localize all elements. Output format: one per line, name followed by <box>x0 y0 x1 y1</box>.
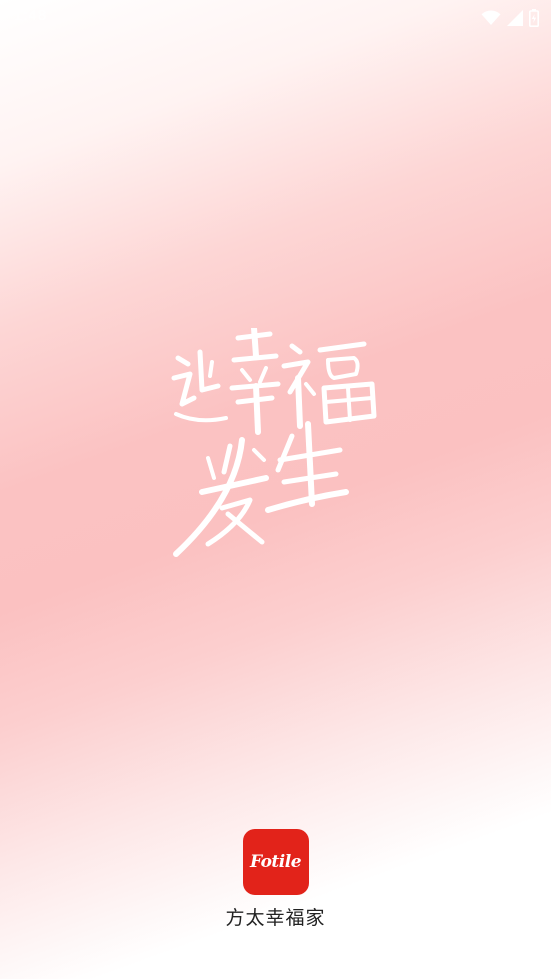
app-name: 方太幸福家 <box>225 907 326 929</box>
slogan-calligraphy <box>168 325 388 560</box>
slogan-calligraphy-art <box>171 325 377 557</box>
status-bar: 1:48 <box>0 0 551 36</box>
status-time: 1:48 <box>14 7 48 24</box>
status-icons <box>481 9 539 27</box>
logo-text: Fotile <box>249 852 302 872</box>
fotile-logo: Fotile <box>242 829 309 895</box>
splash-screen: 1:48 Fotile 方太幸福家 <box>0 0 551 979</box>
battery-icon <box>529 9 539 27</box>
wifi-icon <box>481 10 501 25</box>
brand-block: Fotile 方太幸福家 <box>0 829 551 930</box>
signal-icon <box>507 10 523 26</box>
